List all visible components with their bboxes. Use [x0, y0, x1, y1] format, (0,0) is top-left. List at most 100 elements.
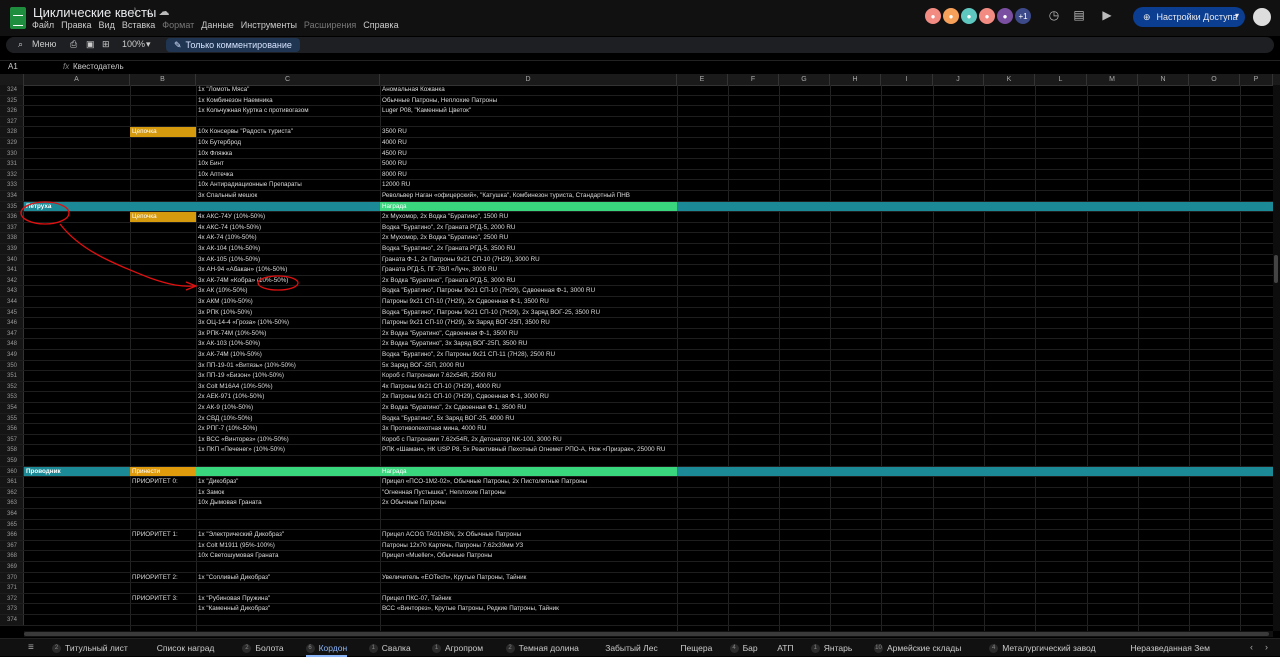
- row-number[interactable]: 370: [0, 572, 24, 583]
- row-number[interactable]: 348: [0, 339, 24, 349]
- search-icon[interactable]: ⌕: [18, 39, 23, 50]
- cell-c[interactable]: 3x АК-74М (10%-50%): [196, 350, 380, 360]
- name-box[interactable]: A1: [8, 62, 18, 71]
- sheet-tab[interactable]: 2 Титульный лист: [52, 641, 128, 655]
- cell-c[interactable]: 3x ПП-19 «Бизон» (10%-50%): [196, 371, 380, 381]
- sheet-tab[interactable]: Забытый Лес: [605, 641, 658, 655]
- scrollbar-thumb[interactable]: [1274, 255, 1278, 283]
- cell-d[interactable]: Прицел «ПСО-1М2-02», Обычные Патроны, 2x…: [380, 477, 677, 487]
- cell-d[interactable]: "Огненная Пустышка", Неплохие Патроны: [380, 488, 677, 498]
- cell-d[interactable]: Патроны 9x21 СП-10 (7Н29), 2x Сдвоенная …: [380, 297, 677, 307]
- cell-b[interactable]: ПРИОРИТЕТ 1:: [130, 530, 196, 540]
- cell-c[interactable]: 1x Colt M1911 (95%-100%): [196, 541, 380, 551]
- cell-d[interactable]: Аномальная Кожанка: [380, 85, 677, 95]
- cell-c[interactable]: 1x "Дикобраз": [196, 477, 380, 487]
- cell-c[interactable]: 10x Дымовая Граната: [196, 498, 380, 508]
- row-number[interactable]: 330: [0, 148, 24, 159]
- row-number[interactable]: 373: [0, 604, 24, 614]
- cell-c[interactable]: 1x ПКП «Печенег» (10%-50%): [196, 445, 380, 455]
- menu-item[interactable]: Инструменты: [241, 20, 297, 30]
- collaborator-avatar[interactable]: ●: [925, 8, 941, 24]
- cell-c[interactable]: 3x АКМ (10%-50%): [196, 297, 380, 307]
- row-number[interactable]: 338: [0, 233, 24, 243]
- cell-d[interactable]: 2x Мухомор, 2x Водка "Буратино", 1500 RU: [380, 212, 677, 222]
- sheet-tab[interactable]: 4 Бар: [729, 641, 758, 655]
- row-number[interactable]: 350: [0, 360, 24, 371]
- cell-c[interactable]: 3x РПК-74М (10%-50%): [196, 329, 380, 339]
- cell-d[interactable]: Водка "Буратино", 5x Заряд ВОГ-25, 4000 …: [380, 414, 677, 424]
- collaborator-avatar[interactable]: ●: [997, 8, 1013, 24]
- cell-c[interactable]: 1x Замок: [196, 488, 380, 498]
- cell-c[interactable]: 1x Комбинезон Наемника: [196, 96, 380, 106]
- row-number[interactable]: 367: [0, 540, 24, 551]
- cell-c[interactable]: 2x АК-9 (10%-50%): [196, 403, 380, 413]
- row-number[interactable]: 363: [0, 498, 24, 508]
- row-number[interactable]: 362: [0, 487, 24, 498]
- cell-a[interactable]: Петруха: [24, 202, 130, 212]
- cell-c[interactable]: 1x Кольчужная Куртка с противогазом: [196, 106, 380, 116]
- cell-c[interactable]: 1x ВСС «Винторез» (10%-50%): [196, 435, 380, 445]
- column-header-o[interactable]: O: [1189, 74, 1240, 85]
- row-number[interactable]: 341: [0, 265, 24, 275]
- row-number[interactable]: 371: [0, 583, 24, 593]
- column-header-f[interactable]: F: [728, 74, 779, 85]
- sheet-tab[interactable]: Пещера: [680, 641, 712, 655]
- cell-c[interactable]: 1x "Ломоть Мяса": [196, 85, 380, 95]
- row-number[interactable]: 333: [0, 180, 24, 190]
- menu-item[interactable]: Вид: [99, 20, 115, 30]
- column-header-m[interactable]: M: [1087, 74, 1138, 85]
- cell-d[interactable]: 2x Водка "Буратино", 2x Сдвоенная Ф-1, 3…: [380, 403, 677, 413]
- cell-b[interactable]: Цепочка: [130, 212, 196, 222]
- cell-d[interactable]: Прицел «Mueller», Обычные Патроны: [380, 551, 677, 561]
- row-number[interactable]: 351: [0, 371, 24, 381]
- row-number[interactable]: 346: [0, 318, 24, 328]
- column-header-i[interactable]: I: [881, 74, 933, 85]
- horizontal-scrollbar[interactable]: [24, 631, 1273, 637]
- cell-d[interactable]: Прицел ACOG TA01NSN, 2x Обычные Патроны: [380, 530, 677, 540]
- comment-only-mode[interactable]: ✎ Только комментирование: [166, 38, 300, 52]
- sheet-tab[interactable]: 4 Металургический завод: [989, 641, 1096, 655]
- cell-d[interactable]: РПК «Шаман», НК USP P8, 5x Реактивный Пе…: [380, 445, 677, 455]
- row-number[interactable]: 342: [0, 275, 24, 286]
- column-header-a[interactable]: A: [24, 74, 130, 85]
- cell-d[interactable]: Водка "Буратино", Патроны 9x21 СП-10 (7Н…: [380, 286, 677, 296]
- cell-c[interactable]: 3x АК-74М «Кобра» (10%-50%): [196, 276, 380, 286]
- menu-item[interactable]: Данные: [201, 20, 234, 30]
- row-number[interactable]: 353: [0, 392, 24, 402]
- row-number[interactable]: 352: [0, 381, 24, 392]
- row-number[interactable]: 366: [0, 530, 24, 540]
- column-header-n[interactable]: N: [1138, 74, 1189, 85]
- sheet-tab[interactable]: Список наград: [157, 641, 215, 655]
- cell-d[interactable]: 5x Заряд ВОГ-25П, 2000 RU: [380, 361, 677, 371]
- row-number[interactable]: 369: [0, 562, 24, 572]
- cell-d[interactable]: 2x Мухомор, 2x Водка "Буратино", 2500 RU: [380, 233, 677, 243]
- column-header-p[interactable]: P: [1240, 74, 1273, 85]
- select-all-corner[interactable]: [0, 74, 24, 85]
- row-number[interactable]: 358: [0, 445, 24, 455]
- collaborator-avatar[interactable]: ●: [961, 8, 977, 24]
- row-number[interactable]: 335: [0, 201, 24, 212]
- cell-d[interactable]: 8000 RU: [380, 170, 677, 180]
- row-number[interactable]: 337: [0, 222, 24, 233]
- meet-icon[interactable]: ▶: [1100, 8, 1114, 22]
- cell-d[interactable]: 5000 RU: [380, 159, 677, 169]
- row-number[interactable]: 331: [0, 159, 24, 169]
- collaborator-avatar[interactable]: ●: [943, 8, 959, 24]
- row-number[interactable]: 339: [0, 244, 24, 254]
- cell-d[interactable]: Награда: [380, 202, 677, 212]
- cell-c[interactable]: 2x АЕК-971 (10%-50%): [196, 392, 380, 402]
- cell-b[interactable]: ПРИОРИТЕТ 2:: [130, 573, 196, 583]
- cell-d[interactable]: Luger P08, "Каменный Цветок": [380, 106, 677, 116]
- cell-d[interactable]: 2x Водка "Буратино", Граната РГД-5, 3000…: [380, 276, 677, 286]
- move-icon[interactable]: ⌂: [146, 6, 159, 18]
- menu-search[interactable]: Меню: [32, 39, 56, 49]
- cloud-icon[interactable]: ☁: [159, 6, 176, 18]
- row-number[interactable]: 355: [0, 413, 24, 424]
- cell-c[interactable]: 3x АН-94 «Абакан» (10%-50%): [196, 265, 380, 275]
- row-number[interactable]: 325: [0, 95, 24, 106]
- row-number[interactable]: 327: [0, 116, 24, 127]
- sheets-logo-icon[interactable]: [10, 7, 26, 29]
- row-number[interactable]: 356: [0, 424, 24, 434]
- cell-d[interactable]: 4000 RU: [380, 138, 677, 148]
- cell-d[interactable]: Короб с Патронами 7.62x54R, 2500 RU: [380, 371, 677, 381]
